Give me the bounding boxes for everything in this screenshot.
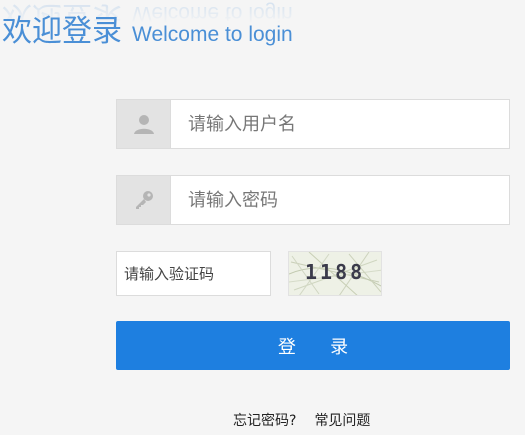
password-field — [116, 175, 510, 225]
welcome-title: 欢迎登录 Welcome to login — [2, 6, 293, 50]
user-icon — [117, 100, 171, 148]
login-button[interactable]: 登 录 — [116, 321, 510, 370]
login-button-label: 登 录 — [277, 336, 349, 358]
faq-link[interactable]: 常见问题 — [314, 413, 370, 429]
forgot-password-link[interactable]: 忘记密码? — [233, 413, 296, 429]
captcha-text: 1188 — [305, 260, 366, 284]
password-input[interactable] — [171, 176, 509, 224]
captcha-input[interactable] — [116, 251, 271, 296]
captcha-image[interactable]: 1188 — [288, 251, 382, 296]
welcome-title-cn: 欢迎登录 — [2, 14, 122, 49]
welcome-title-en: Welcome to login — [132, 23, 293, 46]
key-icon — [117, 176, 171, 224]
username-input[interactable] — [171, 100, 509, 148]
username-field — [116, 99, 510, 149]
footer-links: 忘记密码? 常见问题 — [233, 410, 370, 430]
page-title: 欢迎登录 Welcome to login 欢迎登录 Welcome to logi… — [2, 0, 332, 76]
